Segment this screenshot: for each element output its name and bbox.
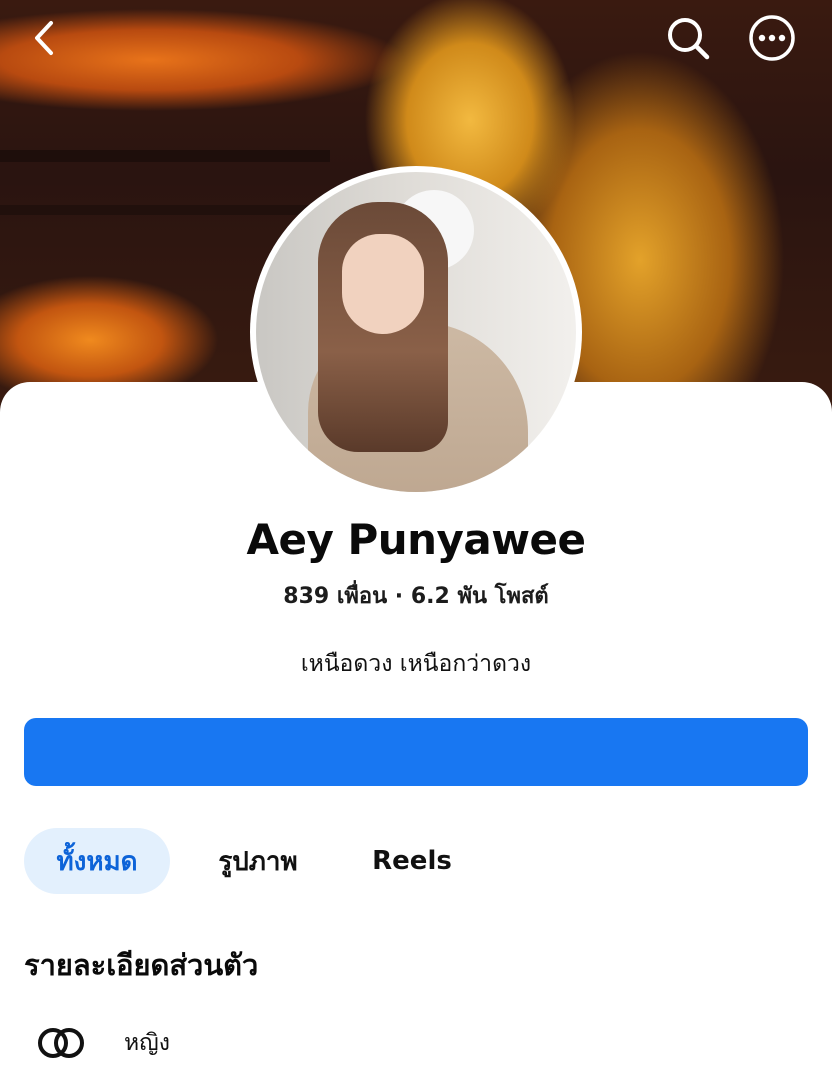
profile-bio: เหนือดวง เหนือกว่าดวง — [300, 651, 532, 677]
cover-decoration — [0, 150, 330, 162]
avatar — [256, 172, 576, 492]
chevron-left-icon — [35, 21, 53, 55]
more-horizontal-icon — [749, 15, 795, 61]
cover-decoration — [0, 205, 320, 215]
gender-icon — [38, 1028, 84, 1058]
search-button[interactable] — [662, 12, 714, 64]
tab-reels[interactable]: Reels — [352, 828, 472, 894]
tab-photos[interactable]: รูปภาพ — [196, 828, 320, 894]
more-options-button[interactable] — [746, 12, 798, 64]
primary-action-button[interactable] — [24, 718, 808, 786]
section-title-details: รายละเอียดส่วนตัว — [24, 948, 259, 982]
profile-stats[interactable]: 839 เพื่อน · 6.2 พัน โพสต์ — [0, 578, 832, 613]
search-icon — [668, 18, 710, 60]
back-button[interactable] — [18, 12, 70, 64]
avatar-face — [342, 234, 424, 334]
detail-value: หญิง — [124, 1030, 170, 1056]
profile-name: Aey Punyawee — [246, 515, 586, 564]
profile-picture[interactable] — [250, 166, 582, 498]
tab-all[interactable]: ทั้งหมด — [24, 828, 170, 894]
detail-item-gender: หญิง — [36, 1020, 170, 1066]
